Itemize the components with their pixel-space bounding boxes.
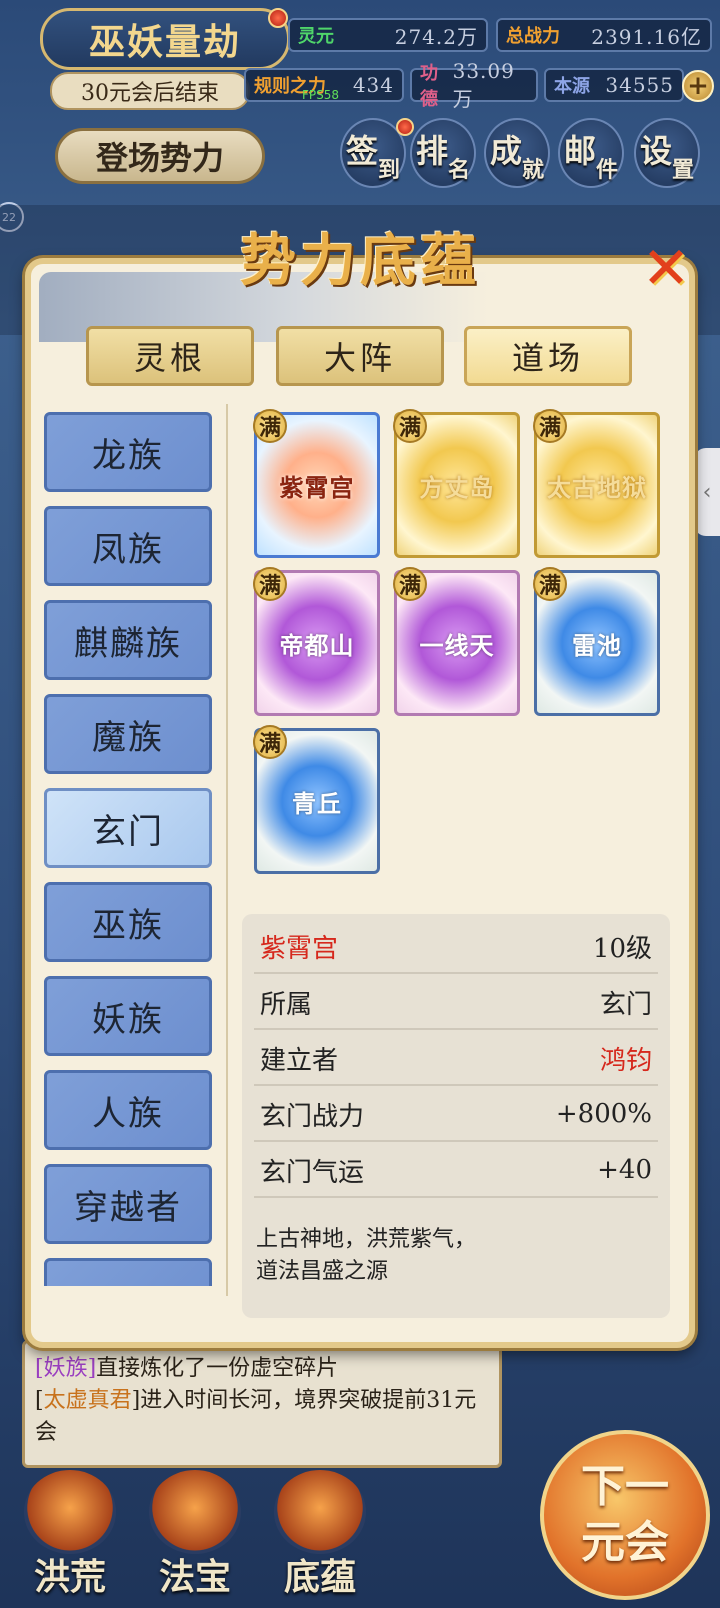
event-log: [妖族]直接炼化了一份虚空碎片 [太虚真君]进入时间长河，境界突破提前31元会	[22, 1340, 502, 1468]
dojo-card[interactable]: 满 青丘	[253, 725, 380, 874]
detail-row-fortune: 玄门气运 +40	[254, 1144, 658, 1198]
add-resource-button[interactable]: +	[682, 70, 714, 102]
full-badge: 满	[393, 567, 427, 601]
sidebar-item-qilin[interactable]: 麒麟族	[44, 600, 212, 680]
sidebar-item-traveler[interactable]: 穿越者	[44, 1164, 212, 1244]
log-line: [太虚真君]进入时间长河，境界突破提前31元会	[35, 1388, 477, 1445]
checkin-notification-dot	[396, 118, 414, 136]
dojo-description: 上古神地，洪荒紫气， 道法昌盛之源	[256, 1227, 477, 1284]
full-badge: 满	[253, 409, 287, 443]
detail-row-power: 玄门战力 +800%	[254, 1088, 658, 1142]
dojo-card[interactable]: 满 一线天	[393, 567, 520, 716]
resource-origin: 本源 34555	[544, 68, 684, 102]
sidebar-item-phoenix[interactable]: 凤族	[44, 506, 212, 586]
detail-row-founder: 建立者 鸿钧	[254, 1032, 658, 1086]
ranking-button[interactable]: 排名	[410, 118, 476, 188]
dojo-level: 10级	[592, 933, 652, 964]
cauldron-icon	[149, 1470, 241, 1554]
sidebar-item-demon[interactable]: 魔族	[44, 694, 212, 774]
detail-header-row: 紫霄宫 10级	[254, 920, 658, 974]
close-icon[interactable]: ✕	[636, 238, 696, 298]
next-era-button[interactable]: 下一 元会	[540, 1430, 710, 1600]
faction-button[interactable]: 登场势力	[55, 128, 265, 184]
log-line: [妖族]直接炼化了一份虚空碎片	[35, 1356, 339, 1381]
resource-lingyuan: 灵元 274.2万	[288, 18, 488, 52]
dojo-name: 紫霄宫	[260, 933, 339, 964]
full-badge: 满	[533, 567, 567, 601]
bottom-nav: 洪荒 法宝 底蕴	[0, 1470, 530, 1608]
achievements-button[interactable]: 成就	[484, 118, 550, 188]
resource-total-power: 总战力 2391.16亿	[496, 18, 712, 52]
nav-honghuang[interactable]: 洪荒	[10, 1470, 130, 1608]
resource-merit: 功德 33.09万	[410, 59, 538, 111]
dojo-card[interactable]: 满 紫霄宫	[253, 409, 380, 558]
fps-counter: FPS58	[302, 88, 340, 102]
event-countdown: 30元会后结束	[50, 72, 250, 110]
notification-dot	[268, 8, 288, 28]
tab-linggen[interactable]: 灵根	[86, 326, 254, 386]
mail-button[interactable]: 邮件	[558, 118, 624, 188]
sidebar-item-xuanmen[interactable]: 玄门	[44, 788, 212, 868]
sidebar-item-yao[interactable]: 妖族	[44, 976, 212, 1056]
mountain-icon	[24, 1470, 116, 1554]
sidebar-item-wu[interactable]: 巫族	[44, 882, 212, 962]
full-badge: 满	[253, 567, 287, 601]
tab-dazhen[interactable]: 大阵	[276, 326, 444, 386]
event-title[interactable]: 巫妖量劫	[40, 8, 290, 70]
sidebar-item-human[interactable]: 人族	[44, 1070, 212, 1150]
nav-heritage[interactable]: 底蕴	[260, 1470, 380, 1608]
dojo-card[interactable]: 满 方丈岛	[393, 409, 520, 558]
full-badge: 满	[253, 725, 287, 759]
tab-daochang[interactable]: 道场	[464, 326, 632, 386]
panel-divider	[226, 404, 228, 1296]
chevron-left-icon[interactable]: ‹	[694, 448, 720, 536]
dojo-card[interactable]: 满 雷池	[533, 567, 660, 716]
settings-button[interactable]: 设置	[634, 118, 700, 188]
sidebar-item-more[interactable]	[44, 1258, 212, 1286]
dojo-card[interactable]: 满 太古地狱	[533, 409, 660, 558]
modal-title: 势力底蕴	[240, 228, 480, 294]
top-hud: 巫妖量劫 30元会后结束 灵元 274.2万 总战力 2391.16亿 规则之力…	[0, 0, 720, 210]
nav-treasure[interactable]: 法宝	[135, 1470, 255, 1608]
dojo-card[interactable]: 满 帝都山	[253, 567, 380, 716]
detail-row-affiliation: 所属 玄门	[254, 976, 658, 1030]
full-badge: 满	[533, 409, 567, 443]
lotus-icon	[274, 1470, 366, 1554]
dojo-detail-panel: 紫霄宫 10级 所属 玄门 建立者 鸿钧 玄门战力 +800% 玄门气运 +40…	[242, 914, 670, 1318]
faction-sidebar[interactable]: 龙族 凤族 麒麟族 魔族 玄门 巫族 妖族 人族 穿越者	[44, 410, 216, 1286]
full-badge: 满	[393, 409, 427, 443]
sidebar-item-dragon[interactable]: 龙族	[44, 412, 212, 492]
